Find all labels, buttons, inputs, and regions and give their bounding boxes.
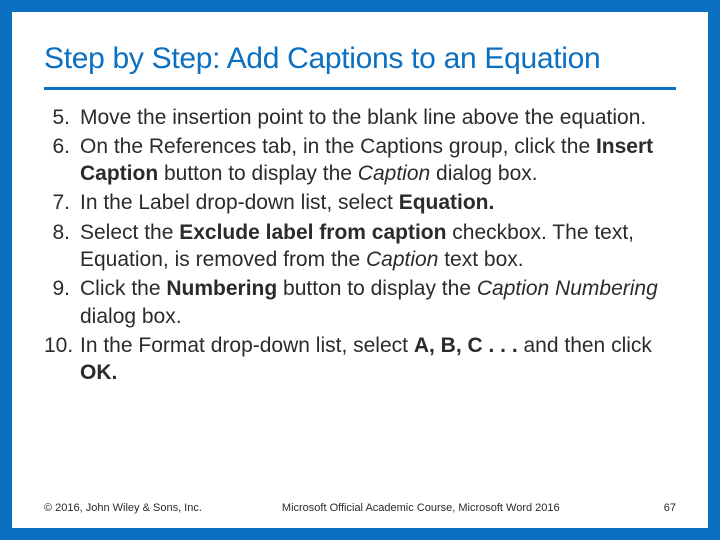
list-number: 10.	[44, 332, 80, 387]
footer-copyright: © 2016, John Wiley & Sons, Inc.	[44, 502, 202, 514]
list-text: In the Label drop-down list, select Equa…	[80, 189, 676, 216]
list-text: In the Format drop-down list, select A, …	[80, 332, 676, 387]
list-item: 6. On the References tab, in the Caption…	[44, 133, 676, 188]
footer-course: Microsoft Official Academic Course, Micr…	[282, 502, 560, 514]
list-item: 10. In the Format drop-down list, select…	[44, 332, 676, 387]
footer-page-number: 67	[664, 502, 676, 514]
list-text: Click the Numbering button to display th…	[80, 275, 676, 330]
list-text: Select the Exclude label from caption ch…	[80, 219, 676, 274]
list-number: 6.	[44, 133, 80, 188]
list-number: 5.	[44, 104, 80, 131]
list-item: 5. Move the insertion point to the blank…	[44, 104, 676, 131]
slide-footer: © 2016, John Wiley & Sons, Inc. Microsof…	[44, 502, 676, 514]
slide-body: 5. Move the insertion point to the blank…	[44, 104, 676, 387]
list-number: 9.	[44, 275, 80, 330]
list-text: On the References tab, in the Captions g…	[80, 133, 676, 188]
list-item: 9. Click the Numbering button to display…	[44, 275, 676, 330]
list-number: 7.	[44, 189, 80, 216]
list-item: 7. In the Label drop-down list, select E…	[44, 189, 676, 216]
slide: Step by Step: Add Captions to an Equatio…	[0, 0, 720, 540]
list-item: 8. Select the Exclude label from caption…	[44, 219, 676, 274]
slide-title: Step by Step: Add Captions to an Equatio…	[44, 42, 676, 90]
list-number: 8.	[44, 219, 80, 274]
list-text: Move the insertion point to the blank li…	[80, 104, 676, 131]
